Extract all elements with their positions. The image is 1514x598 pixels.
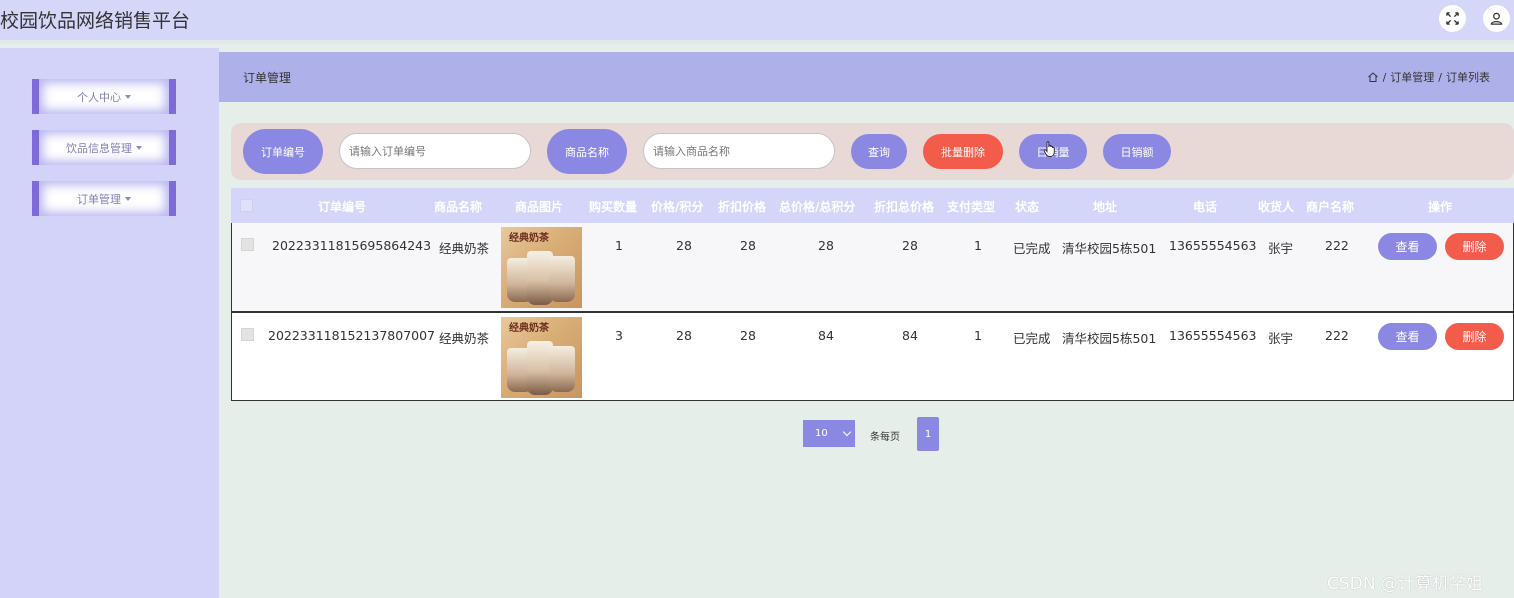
product-name-input[interactable] [643,133,835,169]
caret-down-icon [136,145,142,150]
merchant-cell: 222 [1325,328,1349,343]
product-image-text: 经典奶茶 [509,233,549,244]
status-cell: 已完成 [1013,241,1051,256]
column-header[interactable]: 状态 [1015,198,1039,215]
column-header[interactable]: 收货人 [1258,198,1294,215]
column-header[interactable]: 总价格/总积分 [779,198,855,215]
column-header: 操作 [1428,200,1453,214]
order-no-cell: 20223311815695864243 [272,238,432,253]
sidebar-item-personal-center[interactable]: 个人中心 [32,79,176,114]
view-button[interactable]: 查看 [1378,233,1437,260]
column-header[interactable]: 商品名称 [434,198,482,215]
chevron-down-icon [842,427,852,437]
product-image: 经典奶茶 [501,317,582,398]
price-cell: 28 [676,328,692,343]
column-header: 商品图片 [515,200,564,214]
product-image: 经典奶茶 [501,227,582,308]
sidebar-item-label: 订单管理 [77,192,121,206]
search-bar: 订单编号 商品名称 查询 批量删除 日销量 日销额 [231,123,1514,180]
table-row: 20223311815213780​7007 经典奶茶 经典奶茶 3 28 28… [231,312,1514,401]
select-all-checkbox[interactable] [240,199,253,212]
sidebar-item-label: 饮品信息管理 [66,141,132,155]
discount-price-cell: 28 [740,238,756,253]
table-header: 订单编号 商品名称 商品图片 购买数量 价格/积分 折扣价格 总价格/总积分 折… [231,188,1514,223]
phone-cell: 13655554563 [1169,238,1257,253]
column-header[interactable]: 购买数量 [589,198,637,215]
row-checkbox[interactable] [241,328,254,341]
hand-cursor-icon [1043,141,1055,157]
column-header[interactable]: 订单编号 [318,198,366,215]
pay-type-cell: 1 [974,328,982,343]
receiver-cell: 张宇 [1268,241,1294,256]
per-page-label: 条每页 [870,432,900,443]
sidebar-item-drink-management[interactable]: 饮品信息管理 [32,130,176,165]
column-header[interactable]: 折扣总价格 [874,198,934,215]
order-no-label: 订单编号 [243,129,323,174]
product-name-label: 商品名称 [547,129,627,174]
sidebar: 个人中心 饮品信息管理 订单管理 [0,48,219,598]
top-header: 校园饮品网络销售平台 [0,0,1514,44]
delete-button[interactable]: 删除 [1445,323,1504,350]
home-icon[interactable] [1367,71,1379,83]
table-row: 20223311815695864243 经典奶茶 经典奶茶 1 28 28 2… [231,223,1514,312]
discount-total-cell: 84 [902,328,918,343]
status-cell: 已完成 [1013,331,1051,346]
address-cell: 清华校园5栋501 [1062,241,1157,256]
discount-price-cell: 28 [740,328,756,343]
column-header[interactable]: 地址 [1093,198,1117,215]
column-header[interactable]: 支付类型 [947,198,995,215]
user-icon[interactable] [1483,5,1510,32]
delete-button[interactable]: 删除 [1445,233,1504,260]
breadcrumb-item: 订单列表 [1446,71,1490,84]
quantity-cell: 3 [615,328,623,343]
page-size-value: 10 [815,428,828,439]
daily-sales-amount-button[interactable]: 日销额 [1103,134,1171,169]
column-header[interactable]: 电话 [1193,198,1217,215]
batch-delete-button[interactable]: 批量删除 [923,134,1003,169]
page-size-select[interactable]: 10 [803,420,855,447]
page-number-button[interactable]: 1 [917,417,939,451]
order-no-cell: 20223311815213780​7007 [268,328,436,343]
address-cell: 清华校园5栋501 [1062,331,1157,346]
quantity-cell: 1 [615,238,623,253]
product-cell: 经典奶茶 [439,241,490,256]
page-title: 订单管理 [243,71,292,85]
watermark: CSDN @计算机学姐 [1327,574,1483,594]
order-no-input[interactable] [339,133,531,169]
caret-down-icon [125,196,131,201]
merchant-cell: 222 [1325,238,1349,253]
sidebar-item-label: 个人中心 [77,90,121,104]
row-checkbox[interactable] [241,238,254,251]
pay-type-cell: 1 [974,238,982,253]
total-cell: 84 [818,328,834,343]
product-image-text: 经典奶茶 [509,323,549,334]
sidebar-item-order-management[interactable]: 订单管理 [32,181,176,216]
breadcrumb-item[interactable]: 订单管理 [1390,69,1434,85]
column-header[interactable]: 商户名称 [1306,198,1354,215]
discount-total-cell: 28 [902,238,918,253]
breadcrumb: / 订单管理 / 订单列表 [1367,69,1490,85]
column-header[interactable]: 折扣价格 [718,198,766,215]
view-button[interactable]: 查看 [1378,323,1437,350]
column-header[interactable]: 价格/积分 [651,198,703,215]
query-button[interactable]: 查询 [851,134,907,169]
product-cell: 经典奶茶 [439,331,490,346]
app-title: 校园饮品网络销售平台 [0,10,191,32]
phone-cell: 13655554563 [1169,328,1257,343]
price-cell: 28 [676,238,692,253]
fullscreen-icon[interactable] [1439,5,1466,32]
total-cell: 28 [818,238,834,253]
receiver-cell: 张宇 [1268,331,1294,346]
content-header: 订单管理 / 订单管理 / 订单列表 [219,52,1514,102]
caret-down-icon [125,94,131,99]
